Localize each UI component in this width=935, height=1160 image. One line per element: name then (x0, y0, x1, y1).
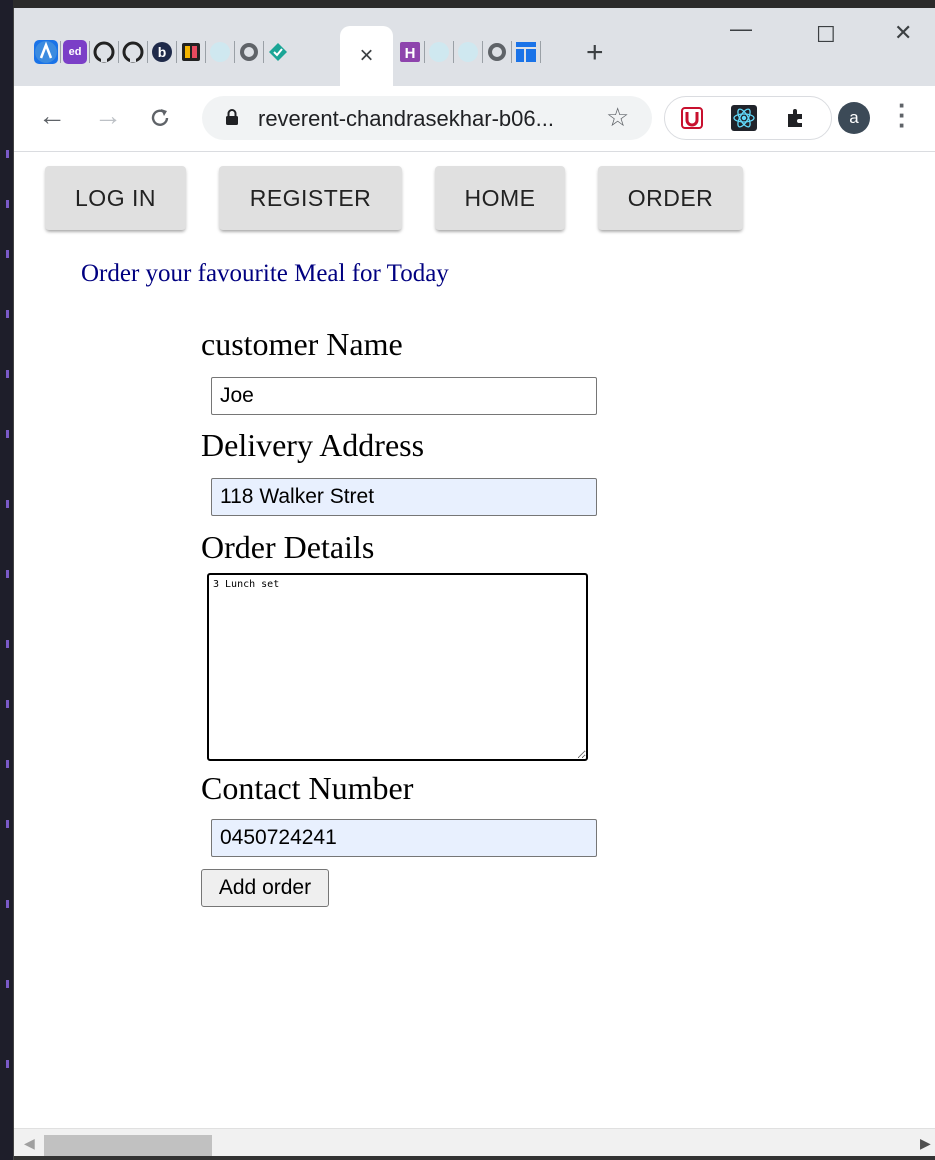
horizontal-scrollbar[interactable]: ◀ ▶ (14, 1128, 935, 1159)
profile-avatar[interactable]: a (838, 102, 870, 134)
login-button[interactable]: LOG IN (45, 166, 186, 230)
active-tab[interactable]: × (340, 26, 393, 86)
diamond-icon[interactable] (266, 40, 290, 64)
lock-icon (224, 108, 240, 126)
svg-text:H: H (405, 45, 416, 62)
register-button[interactable]: REGISTER (219, 166, 402, 230)
tab-strip: ed b × H + — ☐ ✕ (14, 8, 935, 86)
tab-favicons-right: H (398, 40, 543, 64)
customer-name-input[interactable] (211, 377, 597, 415)
globe-icon[interactable] (485, 40, 509, 64)
scroll-left-icon[interactable]: ◀ (24, 1135, 35, 1152)
scroll-right-icon[interactable]: ▶ (920, 1135, 931, 1152)
react-devtools-icon[interactable] (731, 105, 757, 131)
grid-icon[interactable] (514, 40, 538, 64)
extensions-puzzle-icon[interactable] (783, 105, 809, 131)
forward-icon[interactable]: → (94, 100, 122, 132)
github-icon[interactable] (92, 40, 116, 64)
globe-icon[interactable] (427, 40, 451, 64)
delivery-address-input[interactable] (211, 478, 597, 516)
url-text[interactable]: reverent-chandrasekhar-b06... (258, 106, 554, 132)
address-bar[interactable]: reverent-chandrasekhar-b06... ☆ (202, 96, 652, 140)
tab-ed-icon[interactable]: ed (63, 40, 87, 64)
window-bottom-edge (14, 1156, 935, 1160)
tab-favicons-left: ed b (34, 40, 290, 64)
browser-toolbar: ← → reverent-chandrasekhar-b06... ☆ a · ·… (14, 86, 935, 152)
page-headline: Order your favourite Meal for Today (81, 260, 449, 287)
app-icon[interactable] (179, 40, 203, 64)
order-details-textarea[interactable]: 3 Lunch set (207, 573, 588, 761)
customer-name-label: customer Name (201, 326, 403, 362)
reload-icon[interactable] (148, 100, 172, 137)
order-button[interactable]: ORDER (598, 166, 743, 230)
mcafee-extension-icon[interactable] (679, 105, 705, 131)
page-content: LOG IN REGISTER HOME ORDER Order your fa… (14, 152, 935, 1132)
extensions-group (664, 96, 832, 140)
minimize-button[interactable]: — (730, 16, 752, 42)
tab-a-icon[interactable] (34, 40, 58, 64)
tab-h-icon[interactable]: H (398, 40, 422, 64)
add-order-button[interactable]: Add order (201, 869, 329, 907)
close-window-button[interactable]: ✕ (894, 20, 912, 46)
new-tab-button[interactable]: + (586, 36, 604, 70)
home-button[interactable]: HOME (435, 166, 565, 230)
github-icon[interactable] (121, 40, 145, 64)
contact-number-label: Contact Number (201, 770, 414, 806)
desktop-backdrop-left (0, 0, 13, 1160)
contact-number-input[interactable] (211, 819, 597, 857)
globe-icon[interactable] (237, 40, 261, 64)
b-icon[interactable]: b (150, 40, 174, 64)
close-tab-icon[interactable]: × (340, 42, 393, 70)
menu-icon[interactable]: · · · (898, 92, 907, 138)
order-details-label: Order Details (201, 529, 375, 565)
browser-window: ed b × H + — ☐ ✕ ← → reverent-chandrasek… (13, 8, 935, 1160)
back-icon[interactable]: ← (38, 100, 66, 132)
bookmark-star-icon[interactable]: ☆ (606, 102, 629, 133)
delivery-address-label: Delivery Address (201, 427, 425, 463)
globe-icon[interactable] (456, 40, 480, 64)
svg-text:b: b (158, 44, 167, 60)
maximize-button[interactable]: ☐ (816, 22, 836, 48)
desktop-backdrop-top (0, 0, 935, 8)
globe-icon[interactable] (208, 40, 232, 64)
